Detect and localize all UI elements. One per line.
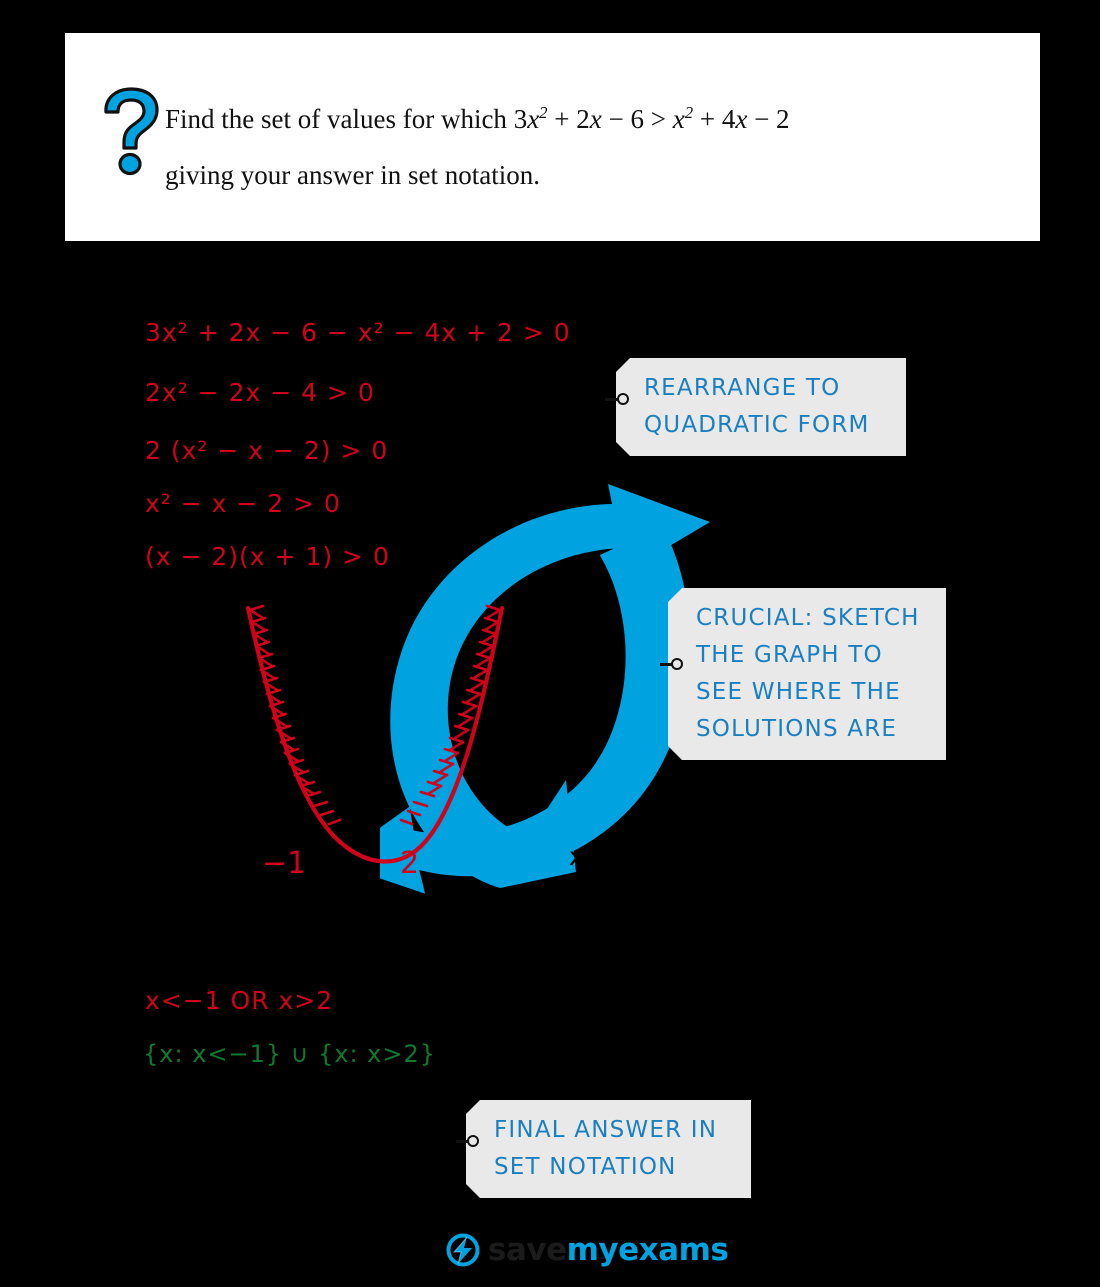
callout-sketch-line-4: SOLUTIONS ARE bbox=[696, 716, 898, 742]
worksheet-page: Find the set of values for which 3x2 + 2… bbox=[0, 0, 1100, 1287]
root-label-left: −1 bbox=[262, 846, 306, 881]
callout-final-answer: FINAL ANSWER IN SET NOTATION bbox=[466, 1100, 751, 1198]
logo-word-my: my bbox=[566, 1232, 619, 1268]
logo-word-save: save bbox=[488, 1232, 567, 1268]
callout-sketch-line-2: THE GRAPH TO bbox=[696, 642, 883, 668]
callout-final-line-2: SET NOTATION bbox=[494, 1154, 677, 1180]
callout-rearrange-eyelet bbox=[617, 393, 629, 405]
question-mark-icon bbox=[101, 85, 161, 177]
question-card: Find the set of values for which 3x2 + 2… bbox=[65, 33, 1040, 241]
logo-word-exams: exams bbox=[618, 1232, 729, 1268]
callout-sketch-line-1: CRUCIAL: SKETCH bbox=[696, 605, 920, 631]
callout-sketch-eyelet bbox=[671, 658, 683, 670]
callout-sketch-graph: CRUCIAL: SKETCH THE GRAPH TO SEE WHERE T… bbox=[668, 588, 946, 760]
callout-rearrange-line-1: REARRANGE TO bbox=[644, 375, 841, 401]
lightning-bolt-circle-icon bbox=[446, 1233, 480, 1267]
working-step-5: (x − 2)(x + 1) > 0 bbox=[145, 542, 390, 571]
callout-sketch-line-3: SEE WHERE THE bbox=[696, 679, 901, 705]
working-step-1: 3x² + 2x − 6 − x² − 4x + 2 > 0 bbox=[145, 318, 571, 347]
logo-wordmark: savemyexams bbox=[488, 1232, 729, 1268]
callout-final-eyelet bbox=[467, 1135, 479, 1147]
answer-inequality: x<−1 OR x>2 bbox=[145, 986, 334, 1015]
question-line-2: giving your answer in set notation. bbox=[165, 160, 540, 190]
question-line-1: Find the set of values for which 3x2 + 2… bbox=[165, 85, 1005, 147]
callout-rearrange-line-2: QUADRATIC FORM bbox=[644, 412, 870, 438]
working-step-4: x² − x − 2 > 0 bbox=[145, 489, 341, 518]
answer-set-notation: {x: x<−1} ∪ {x: x>2} bbox=[143, 1040, 437, 1068]
x-axis-label: x bbox=[569, 842, 584, 871]
question-statement: Find the set of values for which 3x2 + 2… bbox=[165, 85, 1005, 203]
question-line-1-prefix: Find the set of values for which bbox=[165, 104, 514, 134]
question-expression: 3x2 + 2x − 6 > x2 + 4x − 2 bbox=[513, 103, 790, 134]
callout-rearrange: REARRANGE TO QUADRATIC FORM bbox=[616, 358, 906, 456]
working-step-2: 2x² − 2x − 4 > 0 bbox=[145, 378, 375, 407]
working-step-3: 2 (x² − x − 2) > 0 bbox=[145, 436, 389, 465]
root-label-right: 2 bbox=[400, 846, 419, 881]
callout-final-line-1: FINAL ANSWER IN bbox=[494, 1117, 718, 1143]
save-my-exams-logo: savemyexams bbox=[445, 1232, 729, 1268]
